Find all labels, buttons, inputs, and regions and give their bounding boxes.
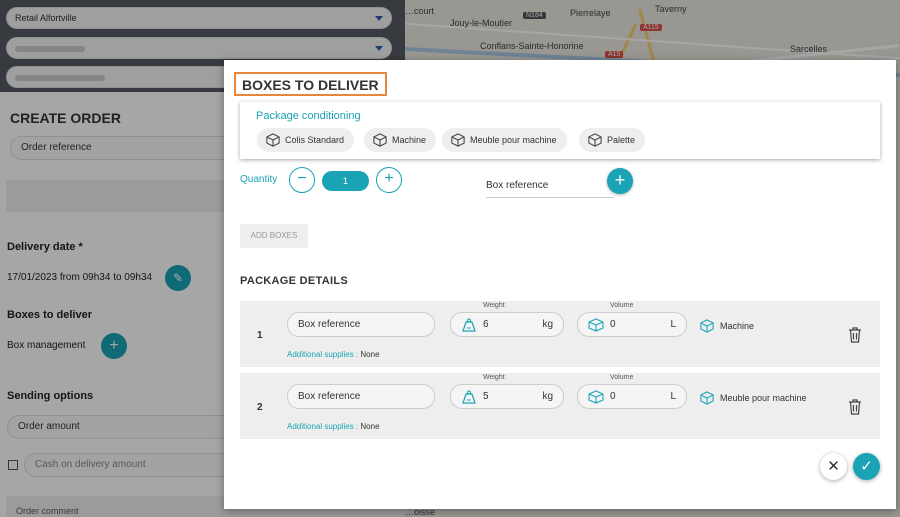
additional-supplies-value: None — [360, 422, 380, 431]
additional-supplies-label: Additional supplies : — [287, 422, 359, 431]
package-conditioning-title: Package conditioning — [256, 110, 361, 122]
package-number: 2 — [257, 402, 263, 413]
package-row: 2 Box reference Weight 5 kg Volume 0 L M… — [240, 373, 880, 439]
quantity-decrement-button[interactable]: − — [289, 167, 315, 193]
plus-icon: + — [384, 170, 394, 187]
quantity-increment-button[interactable]: + — [376, 167, 402, 193]
box-icon — [700, 319, 714, 333]
additional-supplies: Additional supplies : None — [287, 422, 380, 431]
plus-icon: + — [614, 170, 626, 190]
volume-label: Volume — [610, 302, 634, 309]
volume-cube-icon — [588, 390, 604, 404]
volume-unit: L — [670, 391, 676, 402]
package-type: Machine — [700, 319, 755, 333]
volume-value: 0 — [610, 391, 616, 402]
box-icon — [451, 133, 465, 147]
chip-label: Colis Standard — [285, 135, 345, 145]
box-icon — [588, 133, 602, 147]
trash-icon[interactable] — [848, 399, 862, 415]
volume-value: 0 — [610, 319, 616, 330]
package-details-title: PACKAGE DETAILS — [240, 275, 348, 287]
close-button[interactable]: ✕ — [820, 453, 847, 480]
box-icon — [700, 391, 714, 405]
package-type-label: Machine — [720, 321, 755, 331]
package-type: Meuble pour machine — [700, 391, 807, 405]
chip-label: Meuble pour machine — [470, 135, 557, 145]
package-type-label: Meuble pour machine — [720, 393, 807, 403]
volume-unit: L — [670, 319, 676, 330]
chip-colis-standard[interactable]: Colis Standard — [257, 128, 355, 152]
boxes-to-deliver-modal: BOXES TO DELIVER Package conditioning Co… — [224, 60, 896, 509]
chip-meuble-pour-machine[interactable]: Meuble pour machine — [442, 128, 567, 152]
minus-icon: − — [297, 170, 307, 187]
chip-palette[interactable]: Palette — [579, 128, 646, 152]
add-boxes-button[interactable]: ADD BOXES — [240, 224, 308, 248]
weight-value: 6 — [483, 319, 489, 330]
additional-supplies: Additional supplies : None — [287, 350, 380, 359]
volume-label: Volume — [610, 374, 634, 381]
package-conditioning-panel: Package conditioning Colis Standard Mach… — [240, 102, 880, 159]
weight-icon — [462, 390, 476, 404]
weight-unit: kg — [542, 319, 553, 330]
add-box-reference-button[interactable]: + — [607, 168, 633, 194]
package-reference-input[interactable]: Box reference — [287, 384, 435, 409]
confirm-button[interactable]: ✓ — [853, 453, 880, 480]
trash-icon[interactable] — [848, 327, 862, 343]
package-number: 1 — [257, 330, 263, 341]
package-reference-input[interactable]: Box reference — [287, 312, 435, 337]
additional-supplies-label: Additional supplies : — [287, 350, 359, 359]
weight-label: Weight — [483, 374, 505, 381]
package-reference-value: Box reference — [298, 391, 361, 402]
weight-value: 5 — [483, 391, 489, 402]
quantity-stepper-value[interactable]: 1 — [322, 171, 369, 191]
modal-title: BOXES TO DELIVER — [234, 72, 387, 96]
chip-label: Palette — [607, 135, 636, 145]
weight-label: Weight — [483, 302, 505, 309]
additional-supplies-value: None — [360, 350, 380, 359]
package-reference-value: Box reference — [298, 319, 361, 330]
box-reference-select[interactable]: Box reference — [486, 180, 614, 198]
weight-unit: kg — [542, 391, 553, 402]
close-icon: ✕ — [827, 458, 840, 475]
weight-input[interactable]: Weight 6 kg — [450, 302, 564, 337]
quantity-label: Quantity — [240, 174, 278, 185]
box-icon — [266, 133, 280, 147]
box-reference-select-value: Box reference — [486, 180, 549, 191]
volume-input[interactable]: Volume 0 L — [577, 374, 687, 409]
chip-machine[interactable]: Machine — [364, 128, 437, 152]
volume-input[interactable]: Volume 0 L — [577, 302, 687, 337]
box-icon — [373, 133, 387, 147]
volume-cube-icon — [588, 318, 604, 332]
package-row: 1 Box reference Weight 6 kg Volume 0 L M… — [240, 301, 880, 367]
weight-icon — [462, 318, 476, 332]
check-icon: ✓ — [860, 458, 873, 475]
weight-input[interactable]: Weight 5 kg — [450, 374, 564, 409]
chip-label: Machine — [392, 135, 427, 145]
